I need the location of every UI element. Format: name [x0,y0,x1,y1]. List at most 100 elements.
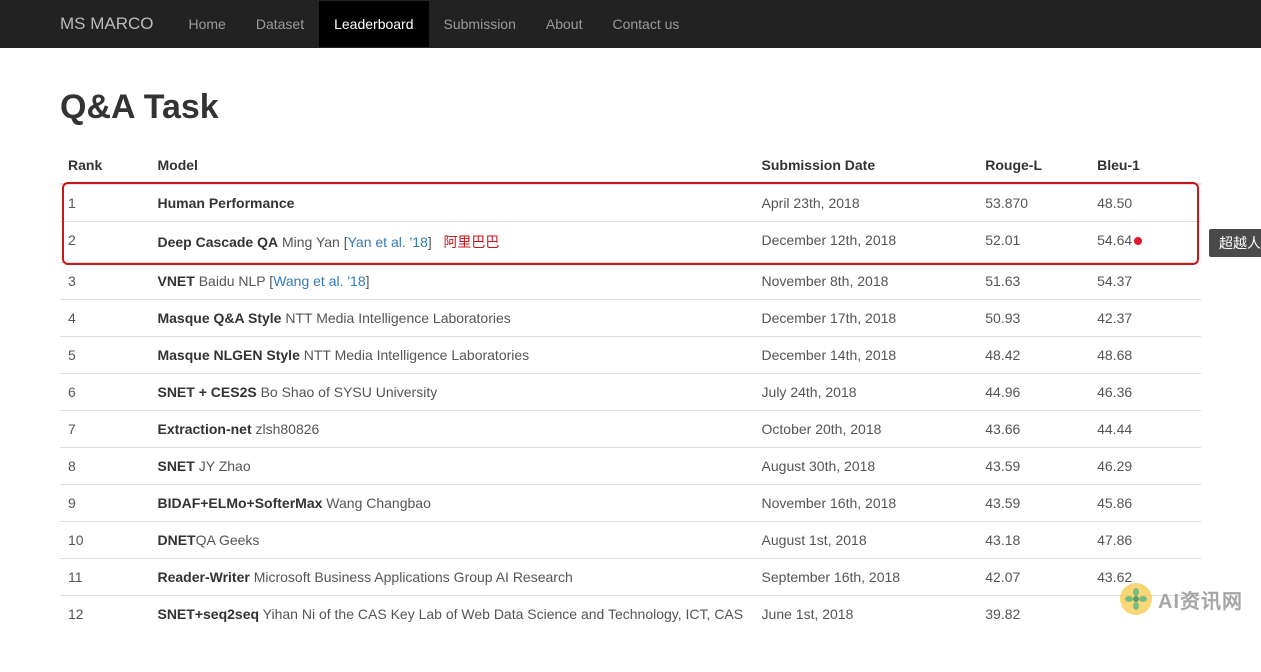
cell-date[interactable]: October 20th, 2018 [754,411,978,448]
cell-date[interactable]: July 24th, 2018 [754,374,978,411]
table-row: 10DNETQA GeeksAugust 1st, 201843.1847.86 [60,522,1201,559]
cell-bleu: 54.64 [1089,222,1201,263]
table-row: 3VNET Baidu NLP [Wang et al. '18]Novembe… [60,263,1201,300]
table-row: 8SNET JY ZhaoAugust 30th, 201843.5946.29 [60,448,1201,485]
cell-bleu: 48.50 [1089,184,1201,222]
cell-rank: 5 [60,337,149,374]
cell-rouge: 44.96 [977,374,1089,411]
cell-model: Reader-Writer Microsoft Business Applica… [149,559,753,596]
cell-model: Masque Q&A Style NTT Media Intelligence … [149,300,753,337]
table-row: 2Deep Cascade QA Ming Yan [Yan et al. '1… [60,222,1201,263]
nav-item-leaderboard[interactable]: Leaderboard [319,1,428,47]
cell-rouge: 48.42 [977,337,1089,374]
table-header-row: Rank Model Submission Date Rouge-L Bleu-… [60,147,1201,184]
cell-date[interactable]: December 12th, 2018 [754,222,978,263]
nav-item-about[interactable]: About [531,1,598,47]
cell-rank: 4 [60,300,149,337]
cell-rank: 6 [60,374,149,411]
nav-item-submission[interactable]: Submission [429,1,531,47]
cell-rouge: 52.01 [977,222,1089,263]
cell-date[interactable]: December 14th, 2018 [754,337,978,374]
nav-items: HomeDatasetLeaderboardSubmissionAboutCon… [174,1,695,47]
cell-rouge: 43.59 [977,448,1089,485]
header-bleu: Bleu-1 [1089,147,1201,184]
nav-item-contact-us[interactable]: Contact us [597,1,694,47]
model-reference-link[interactable]: Yan et al. '18 [348,234,428,250]
cell-rouge: 43.59 [977,485,1089,522]
cell-model: Masque NLGEN Style NTT Media Intelligenc… [149,337,753,374]
leaderboard-table: Rank Model Submission Date Rouge-L Bleu-… [60,147,1201,632]
model-name: Masque Q&A Style [157,310,281,326]
cell-bleu: 46.36 [1089,374,1201,411]
model-name: SNET [157,458,194,474]
model-name: Reader-Writer [157,569,249,585]
cell-rank: 3 [60,263,149,300]
cell-date[interactable]: December 17th, 2018 [754,300,978,337]
cell-rouge: 42.07 [977,559,1089,596]
watermark-icon [1120,583,1152,615]
cell-date[interactable]: November 8th, 2018 [754,263,978,300]
model-name: Human Performance [157,195,294,211]
red-annotation: 阿里巴巴 [443,234,499,250]
cell-model: Deep Cascade QA Ming Yan [Yan et al. '18… [149,222,753,263]
cell-rouge: 50.93 [977,300,1089,337]
brand[interactable]: MS MARCO [60,14,154,34]
cell-model: Human Performance [149,184,753,222]
cell-rank: 11 [60,559,149,596]
table-row: 1 Human Performance April 23th, 201853.870… [60,184,1201,222]
table-row: 9BIDAF+ELMo+SofterMax Wang ChangbaoNovem… [60,485,1201,522]
model-reference-link[interactable]: Wang et al. '18 [273,273,365,289]
cell-rank: 2 [60,222,149,263]
cell-rank: 10 [60,522,149,559]
cell-model: Extraction-net zlsh80826 [149,411,753,448]
cell-bleu: 46.29 [1089,448,1201,485]
watermark-text: AI资讯网 [1158,585,1243,614]
model-extra: QA Geeks [196,532,260,548]
cell-rouge: 51.63 [977,263,1089,300]
cell-bleu: 48.68 [1089,337,1201,374]
cell-rank: 9 [60,485,149,522]
model-extra: NTT Media Intelligence Laboratories [281,310,510,326]
cell-rouge: 39.82 [977,596,1089,633]
model-name: VNET [157,273,194,289]
model-extra: NTT Media Intelligence Laboratories [300,347,529,363]
cell-bleu: 47.86 [1089,522,1201,559]
cell-model: SNET JY Zhao [149,448,753,485]
cell-date[interactable]: November 16th, 2018 [754,485,978,522]
header-model: Model [149,147,753,184]
model-extra: Bo Shao of SYSU University [257,384,438,400]
table-row: 7Extraction-net zlsh80826October 20th, 2… [60,411,1201,448]
cell-rank: 1 [60,184,149,222]
model-name: DNET [157,532,195,548]
cell-date[interactable]: August 1st, 2018 [754,522,978,559]
cell-model: SNET+seq2seq Yihan Ni of the CAS Key Lab… [149,596,753,633]
nav-item-dataset[interactable]: Dataset [241,1,319,47]
model-extra: Ming Yan [ [278,234,348,250]
cell-model: DNETQA Geeks [149,522,753,559]
cell-model: VNET Baidu NLP [Wang et al. '18] [149,263,753,300]
cell-date[interactable]: August 30th, 2018 [754,448,978,485]
cell-rouge: 53.870 [977,184,1089,222]
cell-bleu: 54.37 [1089,263,1201,300]
cell-rank: 12 [60,596,149,633]
model-name: Masque NLGEN Style [157,347,299,363]
table-row: 12SNET+seq2seq Yihan Ni of the CAS Key L… [60,596,1201,633]
model-name: SNET+seq2seq [157,606,259,622]
nav-item-home[interactable]: Home [174,1,241,47]
header-date: Submission Date [754,147,978,184]
cell-date: April 23th, 2018 [754,184,978,222]
cell-model: BIDAF+ELMo+SofterMax Wang Changbao [149,485,753,522]
cell-date[interactable]: June 1st, 2018 [754,596,978,633]
table-row: 6SNET + CES2S Bo Shao of SYSU University… [60,374,1201,411]
cell-date[interactable]: September 16th, 2018 [754,559,978,596]
model-name: Extraction-net [157,421,251,437]
cell-rank: 8 [60,448,149,485]
model-extra: zlsh80826 [252,421,320,437]
header-rouge: Rouge-L [977,147,1089,184]
red-dot-icon [1134,237,1142,245]
cell-bleu: 45.86 [1089,485,1201,522]
model-extra: JY Zhao [195,458,251,474]
model-name: BIDAF+ELMo+SofterMax [157,495,322,511]
callout-tooltip: 超越人类 [1209,229,1261,257]
model-extra: Yihan Ni of the CAS Key Lab of Web Data … [259,606,743,622]
